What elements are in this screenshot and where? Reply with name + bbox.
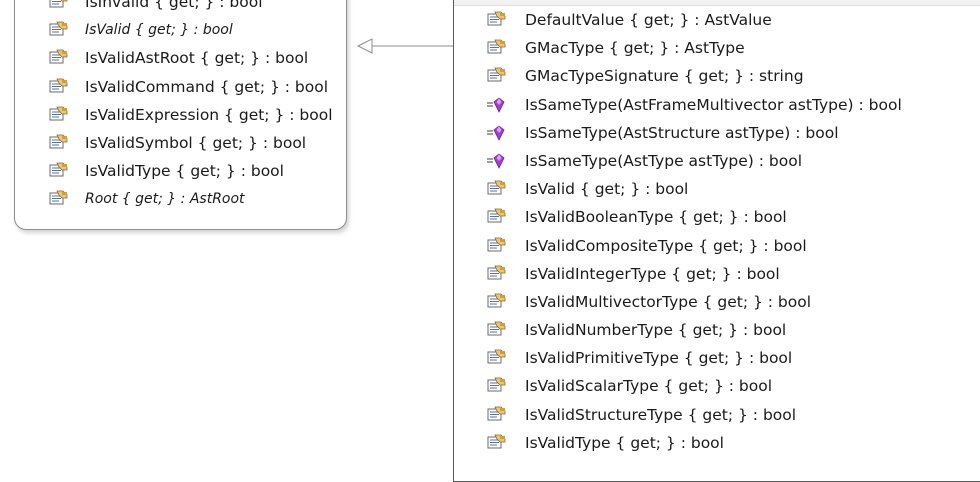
class-member[interactable]: IsSameType(AstFrameMultivector astType) …	[454, 91, 980, 119]
member-signature: IsSameType(AstFrameMultivector astType) …	[525, 95, 902, 114]
class-member[interactable]: IsValidMultivectorType { get; } : bool	[454, 288, 980, 316]
class-member[interactable]: IsValidAstRoot { get; } : bool	[15, 44, 346, 72]
method-icon	[486, 124, 506, 142]
member-signature: IsSameType(AstStructure astType) : bool	[525, 123, 839, 142]
property-icon	[486, 434, 506, 452]
class-member[interactable]: IsValidBooleanType { get; } : bool	[454, 203, 980, 231]
property-icon	[486, 237, 506, 255]
property-icon	[48, 21, 68, 39]
class-member[interactable]: IsValidCompositeType { get; } : bool	[454, 232, 980, 260]
member-signature: IsValidMultivectorType { get; } : bool	[525, 292, 812, 311]
member-signature: IsValidNumberType { get; } : bool	[525, 321, 787, 340]
member-signature: IsValidType { get; } : bool	[525, 433, 724, 452]
member-signature: GMacType { get; } : AstType	[525, 39, 745, 58]
class-member[interactable]: IsValid { get; } : bool	[454, 175, 980, 203]
base-class-box: IsInvalid { get; } : bool IsValid { get;…	[14, 0, 347, 230]
property-icon	[486, 293, 506, 311]
member-signature: IsValidBooleanType { get; } : bool	[525, 208, 787, 227]
property-icon	[486, 180, 506, 198]
member-signature: IsValidIntegerType { get; } : bool	[525, 264, 780, 283]
property-icon	[48, 134, 68, 152]
derived-class-box: DefaultValue { get; } : AstValue GMacTyp…	[453, 0, 980, 482]
member-signature: IsValidScalarType { get; } : bool	[525, 377, 773, 396]
member-signature: DefaultValue { get; } : AstValue	[525, 11, 772, 29]
property-icon	[486, 11, 506, 29]
member-signature: IsValidAstRoot { get; } : bool	[85, 49, 309, 68]
property-icon	[486, 406, 506, 424]
inheritance-arrowhead	[356, 38, 373, 54]
property-icon	[48, 162, 68, 180]
member-signature: IsValid { get; } : bool	[85, 22, 233, 39]
member-signature: IsValidType { get; } : bool	[85, 162, 284, 181]
property-icon	[486, 265, 506, 283]
member-signature: IsValidStructureType { get; } : bool	[525, 405, 797, 424]
class-member[interactable]: IsValidScalarType { get; } : bool	[454, 372, 980, 400]
property-icon	[48, 78, 68, 96]
member-signature: IsValid { get; } : bool	[525, 180, 689, 199]
class-member[interactable]: IsValidExpression { get; } : bool	[15, 101, 346, 129]
class-member[interactable]: IsValidSymbol { get; } : bool	[15, 129, 346, 157]
member-signature: IsValidPrimitiveType { get; } : bool	[525, 349, 793, 368]
class-member[interactable]: DefaultValue { get; } : AstValue	[454, 6, 980, 34]
method-icon	[486, 96, 506, 114]
class-member[interactable]: IsValidStructureType { get; } : bool	[454, 401, 980, 429]
property-icon	[486, 67, 506, 85]
class-member[interactable]: IsValidType { get; } : bool	[454, 429, 980, 457]
member-signature: Root { get; } : AstRoot	[85, 191, 245, 208]
property-icon	[486, 321, 506, 339]
class-member[interactable]: IsValidPrimitiveType { get; } : bool	[454, 344, 980, 372]
member-signature: IsValidSymbol { get; } : bool	[85, 133, 307, 152]
class-member[interactable]: IsSameType(AstType astType) : bool	[454, 147, 980, 175]
class-member[interactable]: IsValidIntegerType { get; } : bool	[454, 260, 980, 288]
member-signature: IsValidCompositeType { get; } : bool	[525, 236, 807, 255]
property-icon	[48, 49, 68, 67]
base-class-member-list: IsInvalid { get; } : bool IsValid { get;…	[15, 0, 346, 214]
method-icon	[486, 152, 506, 170]
member-signature: IsInvalid { get; } : bool	[85, 0, 263, 11]
property-icon	[48, 0, 68, 11]
class-member[interactable]: GMacType { get; } : AstType	[454, 34, 980, 62]
class-member[interactable]: IsSameType(AstStructure astType) : bool	[454, 119, 980, 147]
property-icon	[486, 39, 506, 57]
property-icon	[486, 349, 506, 367]
class-member[interactable]: Root { get; } : AstRoot	[15, 185, 346, 213]
class-member[interactable]: IsValidCommand { get; } : bool	[15, 73, 346, 101]
property-icon	[48, 106, 68, 124]
property-icon	[486, 208, 506, 226]
class-member[interactable]: GMacTypeSignature { get; } : string	[454, 62, 980, 90]
property-icon	[48, 190, 68, 208]
class-member[interactable]: IsInvalid { get; } : bool	[15, 0, 346, 16]
class-member[interactable]: IsValidNumberType { get; } : bool	[454, 316, 980, 344]
class-member[interactable]: IsValid { get; } : bool	[15, 16, 346, 44]
member-signature: IsSameType(AstType astType) : bool	[525, 151, 803, 170]
derived-class-member-list: DefaultValue { get; } : AstValue GMacTyp…	[454, 6, 980, 457]
member-signature: GMacTypeSignature { get; } : string	[525, 67, 804, 86]
class-member[interactable]: IsValidType { get; } : bool	[15, 157, 346, 185]
member-signature: IsValidCommand { get; } : bool	[85, 77, 329, 96]
member-signature: IsValidExpression { get; } : bool	[85, 105, 333, 124]
property-icon	[486, 377, 506, 395]
